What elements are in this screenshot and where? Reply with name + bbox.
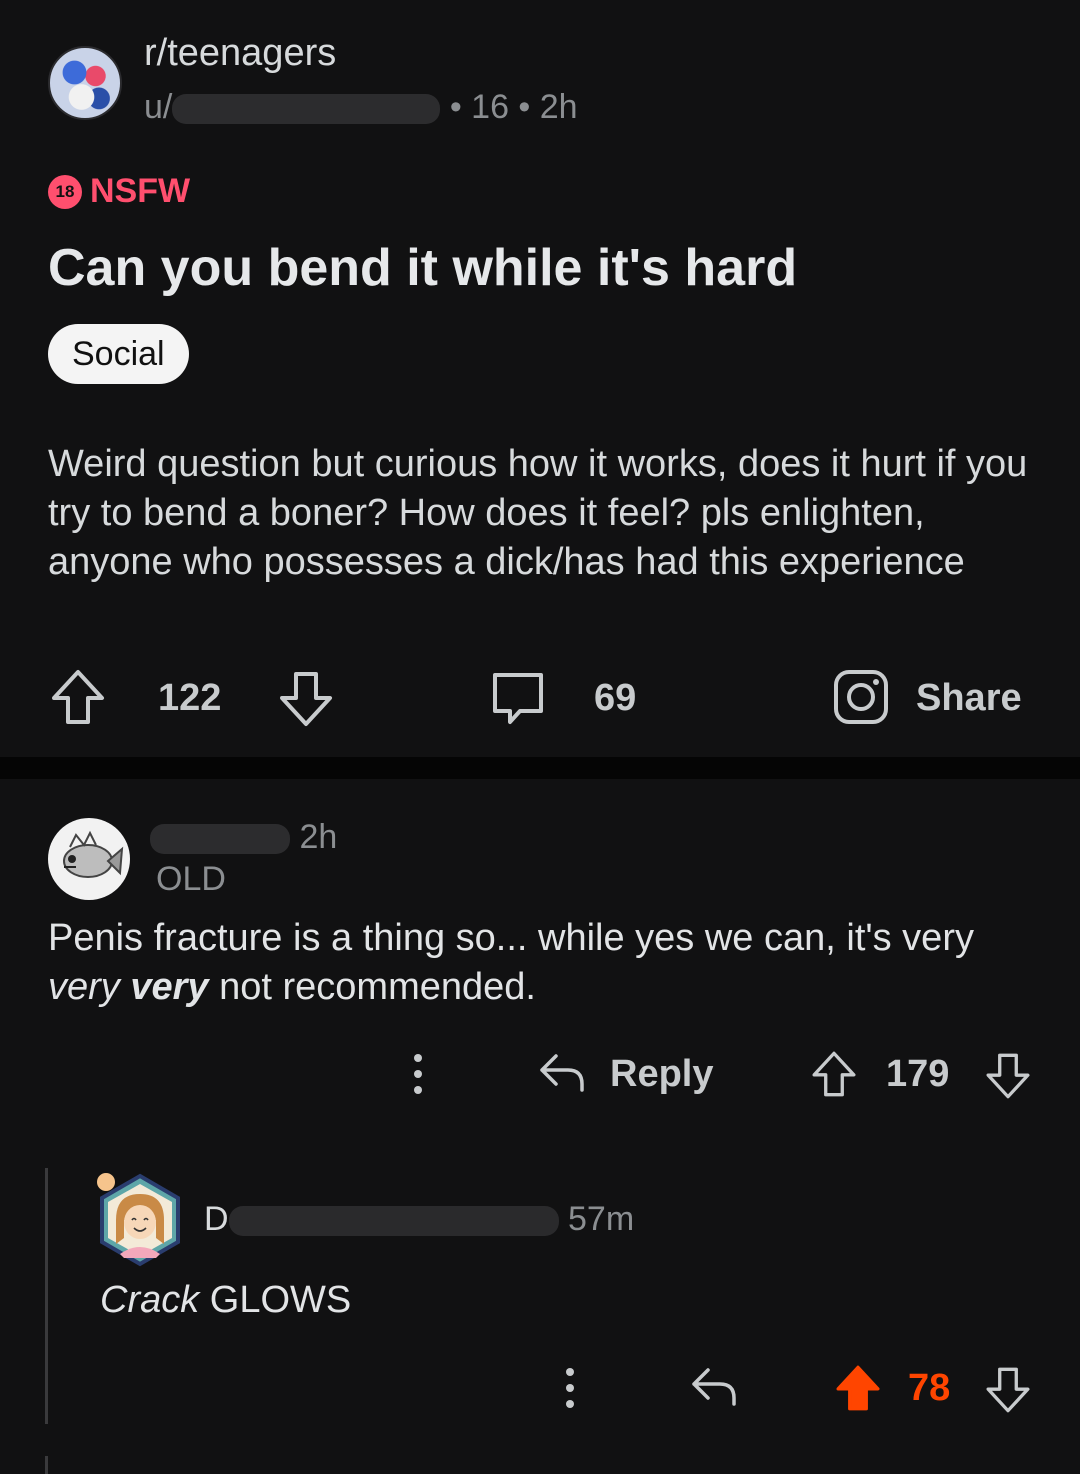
user-flair: OLD bbox=[156, 860, 226, 898]
redacted-username bbox=[150, 824, 290, 855]
reply-text-rest: GLOWS bbox=[199, 1279, 352, 1321]
comment-avatar-reply[interactable] bbox=[92, 1168, 188, 1272]
comment-text-part: Penis fracture is a thing so... while ye… bbox=[48, 917, 974, 959]
redacted-username bbox=[172, 94, 441, 125]
subreddit-name[interactable]: r/teenagers bbox=[144, 32, 336, 75]
author-meta: • 16 • 2h bbox=[449, 88, 578, 126]
comment-avatar[interactable] bbox=[48, 818, 130, 900]
reply-author-initial[interactable]: D bbox=[204, 1200, 229, 1238]
share-button[interactable]: Share bbox=[916, 666, 1022, 730]
post-title[interactable]: Can you bend it while it's hard bbox=[48, 236, 1038, 300]
reply-text-italic: Crack bbox=[100, 1279, 200, 1321]
post-upvote-icon[interactable] bbox=[50, 668, 106, 726]
nsfw-tag: 18 NSFW bbox=[48, 172, 190, 211]
reply-arrow-icon[interactable] bbox=[538, 1052, 586, 1094]
author-prefix[interactable]: u/ bbox=[144, 88, 172, 126]
comment-bubble-icon[interactable] bbox=[490, 670, 546, 728]
comment-time: 2h bbox=[299, 818, 338, 856]
thread-line[interactable] bbox=[45, 1456, 48, 1474]
subreddit-avatar[interactable] bbox=[48, 46, 122, 120]
reply-arrow-icon[interactable] bbox=[690, 1366, 738, 1408]
instagram-icon[interactable] bbox=[832, 668, 890, 726]
comment-vote-count: 179 bbox=[886, 1052, 950, 1095]
comment-upvote-icon[interactable] bbox=[810, 1050, 858, 1098]
comment-text-bold-italic: very bbox=[130, 966, 209, 1008]
post-flair[interactable]: Social bbox=[48, 324, 189, 384]
more-vertical-icon[interactable] bbox=[408, 1052, 428, 1096]
nsfw-18-badge: 18 bbox=[48, 174, 82, 209]
nsfw-label: NSFW bbox=[90, 172, 191, 210]
reply-button[interactable]: Reply bbox=[610, 1042, 713, 1106]
post-comment-count[interactable]: 69 bbox=[594, 666, 636, 730]
comment-author-line: 2h bbox=[150, 818, 337, 857]
post-downvote-icon[interactable] bbox=[278, 670, 334, 728]
reply-time: 57m bbox=[568, 1200, 635, 1238]
reply-downvote-icon[interactable] bbox=[984, 1366, 1032, 1414]
reply-upvote-icon-active[interactable] bbox=[834, 1364, 882, 1412]
section-divider bbox=[0, 757, 1080, 779]
post-author-line: u/ • 16 • 2h bbox=[144, 88, 578, 127]
comment-downvote-icon[interactable] bbox=[984, 1052, 1032, 1100]
post-body: Weird question but curious how it works,… bbox=[48, 443, 1028, 583]
more-vertical-icon[interactable] bbox=[560, 1366, 580, 1410]
redacted-username bbox=[228, 1206, 559, 1237]
reply-vote-count: 78 bbox=[908, 1366, 951, 1409]
comment-text: Penis fracture is a thing so... while ye… bbox=[48, 914, 1038, 1012]
comment-text-italic: very bbox=[48, 966, 120, 1008]
reply-text: Crack GLOWS bbox=[100, 1276, 351, 1325]
thread-line[interactable] bbox=[45, 1168, 48, 1424]
post-upvote-count: 122 bbox=[158, 676, 222, 719]
reply-author-line: D 57m bbox=[204, 1200, 634, 1239]
comment-text-part: not recommended. bbox=[208, 966, 536, 1008]
